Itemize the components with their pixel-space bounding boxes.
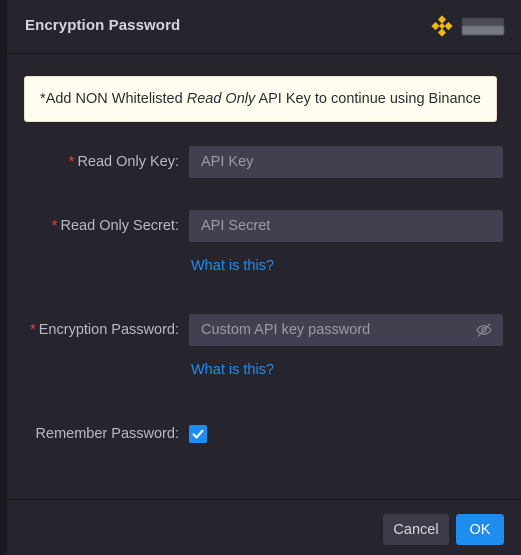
required-asterisk: *: [68, 154, 75, 170]
what-is-this-link-password[interactable]: What is this?: [191, 362, 274, 378]
banner-text-suffix: API Key to continue using Binance: [255, 91, 481, 107]
brand-area: [429, 13, 504, 39]
checkmark-icon: [192, 429, 204, 439]
banner-text-prefix: *Add NON Whitelisted: [40, 91, 187, 107]
brand-wordmark-redacted: [462, 17, 504, 35]
encryption-password-row: * Encryption Password: Custom API key pas…: [24, 314, 503, 346]
read-only-key-label: * Read Only Key:: [24, 154, 189, 170]
encryption-password-label: * Encryption Password:: [24, 322, 189, 338]
read-only-secret-input[interactable]: API Secret: [189, 210, 503, 242]
read-only-secret-label-text: Read Only Secret: [60, 218, 175, 234]
encryption-password-input[interactable]: Custom API key password: [189, 314, 503, 346]
window-left-gutter: [0, 0, 7, 555]
encryption-password-placeholder: Custom API key password: [201, 322, 371, 338]
banner-message: *Add NON Whitelisted Read Only API Key t…: [40, 91, 481, 107]
required-asterisk: *: [51, 218, 58, 234]
label-colon: :: [174, 218, 179, 234]
eye-slash-icon[interactable]: [475, 321, 493, 339]
read-only-key-label-text: Read Only Key: [77, 154, 175, 170]
what-is-this-link-secret[interactable]: What is this?: [191, 258, 274, 274]
dialog-titlebar: Encryption Password: [7, 0, 521, 54]
binance-logo-icon: [431, 15, 453, 37]
api-key-warning-banner: *Add NON Whitelisted Read Only API Key t…: [24, 76, 497, 122]
dialog-panel: Encryption Password *Add NON Whitelisted…: [7, 0, 521, 555]
read-only-key-row: * Read Only Key: API Key: [24, 146, 503, 178]
read-only-secret-label: * Read Only Secret:: [24, 218, 189, 234]
label-colon: :: [174, 426, 179, 442]
encryption-password-label-text: Encryption Password: [38, 322, 175, 338]
dialog-footer: Cancel OK: [7, 499, 521, 555]
remember-password-label: Remember Password:: [24, 426, 189, 442]
remember-password-row: Remember Password:: [24, 425, 207, 443]
remember-password-label-text: Remember Password: [35, 426, 175, 442]
banner-text-emphasis: Read Only: [186, 91, 256, 107]
page-title: Encryption Password: [25, 17, 181, 34]
label-colon: :: [174, 322, 179, 338]
read-only-key-placeholder: API Key: [201, 154, 254, 170]
label-colon: :: [174, 154, 179, 170]
ok-button[interactable]: OK: [456, 514, 504, 545]
read-only-secret-row: * Read Only Secret: API Secret: [24, 210, 503, 242]
remember-password-checkbox[interactable]: [189, 425, 207, 443]
read-only-secret-placeholder: API Secret: [201, 218, 271, 234]
read-only-key-input[interactable]: API Key: [189, 146, 503, 178]
cancel-button[interactable]: Cancel: [383, 514, 449, 545]
required-asterisk: *: [30, 322, 36, 338]
encryption-password-dialog-window: Encryption Password *Add NON Whitelisted…: [0, 0, 521, 555]
dialog-body: *Add NON Whitelisted Read Only API Key t…: [7, 54, 521, 499]
